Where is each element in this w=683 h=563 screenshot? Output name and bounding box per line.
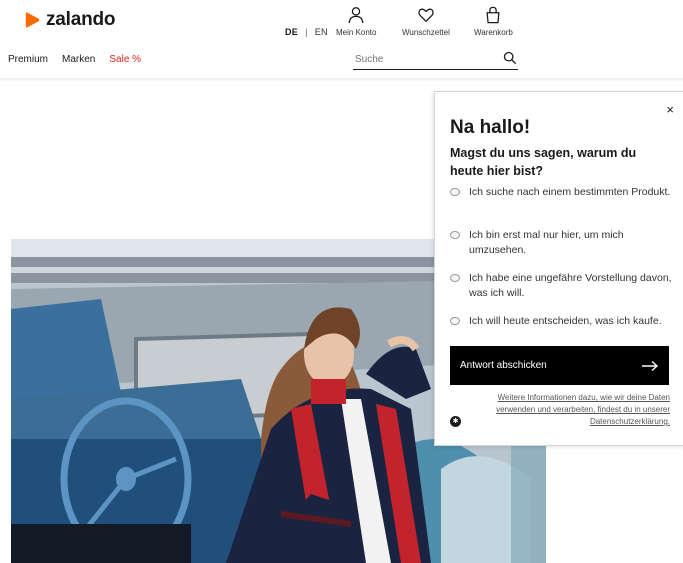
user-icon (348, 7, 364, 24)
shopping-bag-icon (486, 6, 500, 24)
cart-link[interactable]: Warenkorb (474, 6, 513, 37)
zalando-logo[interactable]: zalando (24, 9, 116, 31)
header-divider (0, 78, 683, 82)
survey-option-label: Ich habe eine ungefähre Vorstellung davo… (469, 272, 672, 299)
search-input[interactable] (353, 51, 495, 65)
site-header: zalando DE | EN Mein Konto Wunschzettel Wa… (0, 0, 683, 78)
language-switcher: DE | EN (285, 27, 328, 37)
heart-icon (418, 8, 434, 23)
submit-label: Antwort abschicken (460, 360, 547, 371)
nav-item-marken[interactable]: Marken (62, 54, 95, 65)
radio-button[interactable] (450, 188, 460, 196)
search-icon[interactable] (503, 51, 517, 65)
submit-answer-button[interactable]: Antwort abschicken (450, 346, 669, 385)
cart-label: Warenkorb (474, 28, 513, 37)
survey-option-label: Ich bin erst mal nur hier, um mich umzus… (469, 229, 624, 256)
language-de[interactable]: DE (285, 27, 298, 37)
survey-option-1[interactable]: Ich suche nach einem bestimmten Produkt. (450, 185, 675, 200)
feedback-icon: ✱ (450, 416, 461, 427)
zalando-logo-icon (25, 12, 40, 28)
account-link[interactable]: Mein Konto (336, 6, 376, 37)
arrow-right-icon (642, 360, 659, 371)
popup-question: Magst du uns sagen, warum du heute hier … (450, 146, 637, 178)
radio-button[interactable] (450, 231, 460, 239)
wishlist-link[interactable]: Wunschzettel (402, 6, 450, 37)
radio-button[interactable] (450, 317, 460, 325)
language-separator: | (305, 27, 308, 37)
nav-item-sale[interactable]: Sale % (109, 54, 141, 65)
survey-option-label: Ich will heute entscheiden, was ich kauf… (469, 315, 662, 327)
close-icon[interactable]: × (666, 102, 674, 117)
survey-option-4[interactable]: Ich will heute entscheiden, was ich kauf… (450, 314, 675, 329)
wishlist-label: Wunschzettel (402, 28, 450, 37)
radio-button[interactable] (450, 274, 460, 282)
language-en[interactable]: EN (315, 27, 328, 37)
main-nav: Premium Marken Sale % (8, 54, 141, 65)
survey-option-2[interactable]: Ich bin erst mal nur hier, um mich umzus… (450, 228, 675, 258)
privacy-info-link[interactable]: Weitere Informationen dazu, wie wir dein… (475, 392, 670, 428)
survey-option-3[interactable]: Ich habe eine ungefähre Vorstellung davo… (450, 271, 675, 301)
popup-title: Na hallo! (450, 117, 531, 138)
logo-text: zalando (46, 9, 116, 30)
account-label: Mein Konto (336, 28, 377, 37)
survey-popup: × Na hallo! Magst du uns sagen, warum du… (434, 91, 683, 446)
survey-option-label: Ich suche nach einem bestimmten Produkt. (469, 186, 671, 198)
nav-item-premium[interactable]: Premium (8, 54, 48, 65)
search-bar (353, 49, 518, 70)
